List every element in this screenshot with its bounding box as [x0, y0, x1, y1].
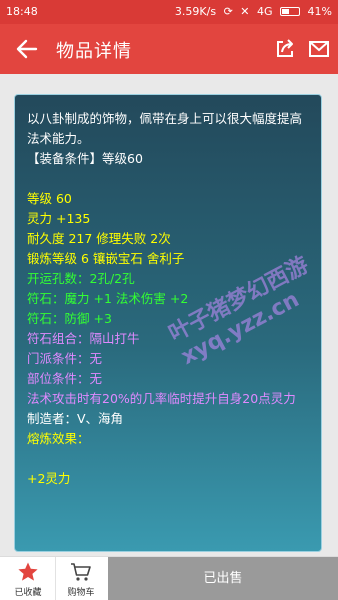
back-arrow-icon[interactable]: [14, 36, 40, 62]
cart-button[interactable]: 购物车: [55, 557, 105, 600]
network-speed: 3.59K/s: [174, 5, 217, 18]
bottom-action-bar: 已收藏 购物车 已出售: [0, 556, 338, 600]
app-bar: 物品详情: [0, 24, 338, 74]
item-forging: 锻炼等级 6 镶嵌宝石 舍利子: [27, 251, 185, 266]
status-time: 18:48: [6, 5, 38, 18]
favorite-button[interactable]: 已收藏: [3, 557, 53, 600]
status-bar: 18:48 3.59K/s ⟳ ✕ 4G 41%: [0, 0, 338, 24]
item-level: 等级 60: [27, 191, 72, 206]
item-description: 以八卦制成的饰物，佩带在身上可以很大幅度提高法术能力。: [27, 111, 303, 146]
equip-condition: 【装备条件】等级60: [27, 151, 143, 166]
battery-level: 41%: [307, 5, 332, 18]
favorite-label: 已收藏: [14, 588, 42, 598]
star-icon: [18, 562, 38, 581]
page-title: 物品详情: [56, 41, 132, 62]
part-condition: 部位条件：无: [27, 371, 103, 386]
sect-condition: 门派条件：无: [27, 351, 103, 366]
battery-icon: [280, 7, 301, 16]
mail-icon[interactable]: [308, 38, 330, 60]
cart-icon: [71, 563, 91, 581]
sync-icon: ⟳: [223, 5, 233, 18]
share-icon[interactable]: [274, 38, 296, 60]
melt-effect-value: +2灵力: [27, 471, 71, 486]
special-effect: 法术攻击时有20%的几率临时提升自身20点灵力: [27, 391, 296, 406]
status-right-group: 3.59K/s ⟳ ✕ 4G 41%: [171, 5, 332, 18]
item-durability: 耐久度 217 修理失败 2次: [27, 231, 171, 246]
item-maker: 制造者：V、海角: [27, 411, 124, 426]
melt-effect-label: 熔炼效果：: [27, 431, 90, 446]
item-spirit: 灵力 +135: [27, 211, 91, 226]
network-type: 4G: [257, 5, 273, 18]
cart-label: 购物车: [67, 588, 95, 598]
content-area: 以八卦制成的饰物，佩带在身上可以很大幅度提高法术能力。 【装备条件】等级60 等…: [0, 74, 338, 556]
item-detail-card: 以八卦制成的饰物，佩带在身上可以很大幅度提高法术能力。 【装备条件】等级60 等…: [14, 94, 322, 552]
sold-button[interactable]: 已出售: [108, 557, 338, 600]
mute-icon: ✕: [240, 5, 250, 18]
